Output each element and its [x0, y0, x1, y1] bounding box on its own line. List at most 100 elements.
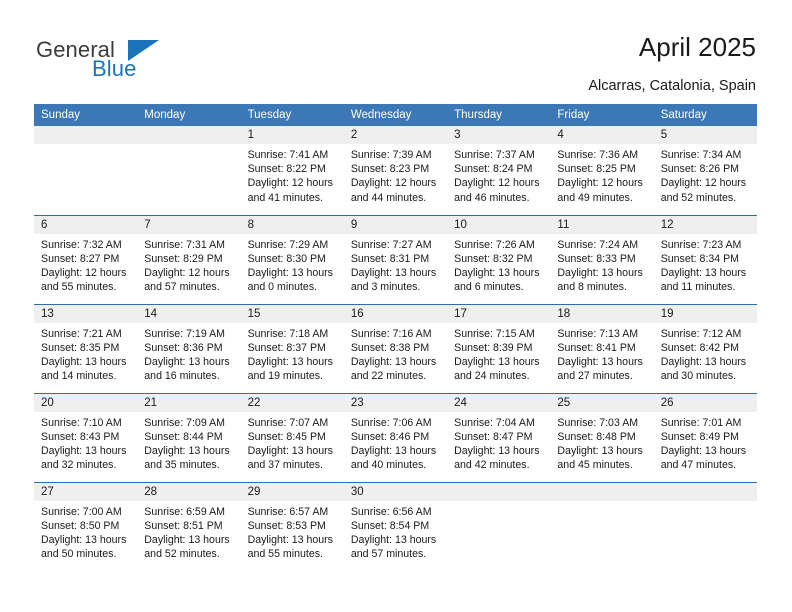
day-details: Sunrise: 7:04 AM Sunset: 8:47 PM Daylight:…	[447, 412, 550, 473]
day-details: Sunrise: 7:18 AM Sunset: 8:37 PM Daylight:…	[241, 323, 344, 384]
calendar-day-cell[interactable]: 2 Sunrise: 7:39 AM Sunset: 8:23 PM Daylight…	[343, 126, 448, 215]
calendar-day-cell[interactable]: 7 Sunrise: 7:31 AM Sunset: 8:29 PM Daylight…	[137, 214, 241, 304]
calendar-day-cell[interactable]: 6 Sunrise: 7:32 AM Sunset: 8:27 PM Daylight…	[34, 214, 138, 304]
calendar-day-cell[interactable]: 11 Sunrise: 7:24 AM Sunset: 8:33 PM Dayligh…	[550, 214, 654, 304]
day-number	[550, 482, 654, 501]
calendar-day-cell[interactable]: 12 Sunrise: 7:23 AM Sunset: 8:34 PM Dayligh…	[653, 214, 757, 304]
weekday-header-thursday: Thursday	[447, 104, 551, 126]
calendar-day-cell[interactable]: 20 Sunrise: 7:10 AM Sunset: 8:43 PM Dayligh…	[34, 392, 138, 482]
calendar-day-cell[interactable]: 25 Sunrise: 7:03 AM Sunset: 8:48 PM Dayligh…	[550, 392, 654, 482]
detail-daylight-1: Daylight: 12 hours	[144, 266, 230, 279]
day-details: Sunrise: 7:27 AM Sunset: 8:31 PM Daylight:…	[344, 234, 447, 295]
calendar-day-cell[interactable]: 4 Sunrise: 7:36 AM Sunset: 8:25 PM Daylight…	[550, 126, 654, 215]
detail-sunset: Sunset: 8:33 PM	[557, 252, 636, 265]
weekday-header-sunday: Sunday	[34, 104, 138, 126]
calendar-day-cell[interactable]: 18 Sunrise: 7:13 AM Sunset: 8:41 PM Dayligh…	[550, 303, 654, 393]
calendar-day-cell[interactable]: 23 Sunrise: 7:06 AM Sunset: 8:46 PM Dayligh…	[343, 392, 448, 482]
calendar-day-cell[interactable]: 19 Sunrise: 7:12 AM Sunset: 8:42 PM Dayligh…	[653, 303, 757, 393]
day-details: Sunrise: 7:36 AM Sunset: 8:25 PM Daylight:…	[550, 144, 653, 205]
calendar-page: General Blue April 2025 Alcarras, Catalo…	[0, 0, 792, 612]
calendar-day-cell[interactable]: 10 Sunrise: 7:26 AM Sunset: 8:32 PM Dayligh…	[447, 214, 551, 304]
detail-sunrise: Sunrise: 7:13 AM	[557, 327, 639, 340]
calendar-day-cell[interactable]: 24 Sunrise: 7:04 AM Sunset: 8:47 PM Dayligh…	[447, 392, 551, 482]
calendar-day-cell[interactable]: 28 Sunrise: 6:59 AM Sunset: 8:51 PM Dayligh…	[137, 481, 241, 571]
page-header: General Blue April 2025 Alcarras, Catalo…	[0, 0, 792, 95]
calendar-day-cell[interactable]: 17 Sunrise: 7:15 AM Sunset: 8:39 PM Dayligh…	[447, 303, 551, 393]
calendar-body: 1 Sunrise: 7:41 AM Sunset: 8:22 PM Daylight…	[34, 126, 757, 571]
day-details: Sunrise: 7:31 AM Sunset: 8:29 PM Daylight:…	[137, 234, 240, 295]
calendar-day-cell[interactable]: 8 Sunrise: 7:29 AM Sunset: 8:30 PM Daylight…	[240, 214, 344, 304]
calendar-day-cell[interactable]: 29 Sunrise: 6:57 AM Sunset: 8:53 PM Dayligh…	[240, 481, 344, 571]
detail-sunrise: Sunrise: 7:12 AM	[660, 327, 742, 340]
calendar-day-cell[interactable]: 13 Sunrise: 7:21 AM Sunset: 8:35 PM Dayligh…	[34, 303, 138, 393]
detail-daylight-1: Daylight: 13 hours	[144, 444, 230, 457]
detail-daylight-2: and 47 minutes.	[660, 459, 737, 472]
calendar-day-cell[interactable]: 16 Sunrise: 7:16 AM Sunset: 8:38 PM Dayligh…	[343, 303, 448, 393]
day-number: 11	[550, 215, 654, 234]
detail-daylight-2: and 8 minutes.	[557, 281, 627, 294]
calendar-day-cell[interactable]: 27 Sunrise: 7:00 AM Sunset: 8:50 PM Dayligh…	[34, 481, 138, 571]
detail-sunrise: Sunrise: 6:59 AM	[144, 505, 225, 518]
day-number: 17	[447, 304, 551, 323]
day-number: 6	[34, 215, 138, 234]
calendar-day-cell[interactable]: 5 Sunrise: 7:34 AM Sunset: 8:26 PM Daylight…	[653, 126, 757, 215]
detail-daylight-1: Daylight: 13 hours	[660, 444, 747, 457]
detail-sunset: Sunset: 8:42 PM	[660, 341, 740, 354]
calendar-day-cell[interactable]: 9 Sunrise: 7:27 AM Sunset: 8:31 PM Daylight…	[343, 214, 448, 304]
detail-sunrise: Sunrise: 7:39 AM	[350, 149, 432, 161]
detail-daylight-1: Daylight: 13 hours	[144, 533, 230, 546]
detail-daylight-2: and 55 minutes.	[41, 281, 117, 294]
day-details: Sunrise: 7:06 AM Sunset: 8:46 PM Daylight:…	[344, 412, 447, 473]
detail-sunset: Sunset: 8:39 PM	[454, 341, 533, 354]
calendar-day-cell[interactable]: 30 Sunrise: 6:56 AM Sunset: 8:54 PM Dayligh…	[343, 481, 448, 571]
detail-daylight-1: Daylight: 13 hours	[350, 355, 437, 368]
calendar-day-cell[interactable]: 15 Sunrise: 7:18 AM Sunset: 8:37 PM Dayligh…	[240, 303, 344, 393]
calendar-day-cell[interactable]: 1 Sunrise: 7:41 AM Sunset: 8:22 PM Daylight…	[240, 126, 344, 215]
detail-sunrise: Sunrise: 7:04 AM	[454, 416, 535, 429]
day-number	[447, 482, 551, 501]
day-details: Sunrise: 7:01 AM Sunset: 8:49 PM Daylight:…	[654, 412, 757, 473]
day-number: 16	[343, 304, 448, 323]
detail-sunset: Sunset: 8:51 PM	[144, 519, 223, 532]
day-number: 3	[447, 126, 551, 144]
detail-daylight-2: and 41 minutes.	[247, 191, 323, 204]
detail-daylight-2: and 52 minutes.	[144, 548, 220, 561]
detail-sunrise: Sunrise: 7:09 AM	[144, 416, 225, 429]
day-number: 8	[240, 215, 344, 234]
general-blue-logo[interactable]: General Blue	[36, 38, 216, 84]
day-details: Sunrise: 7:07 AM Sunset: 8:45 PM Daylight:…	[241, 412, 344, 473]
detail-daylight-1: Daylight: 12 hours	[247, 177, 333, 190]
day-number: 9	[343, 215, 448, 234]
day-details: Sunrise: 7:21 AM Sunset: 8:35 PM Daylight:…	[34, 323, 137, 384]
detail-sunrise: Sunrise: 7:00 AM	[41, 505, 122, 518]
detail-daylight-1: Daylight: 13 hours	[144, 355, 230, 368]
calendar-day-cell[interactable]: 3 Sunrise: 7:37 AM Sunset: 8:24 PM Daylight…	[447, 126, 551, 215]
calendar-day-cell[interactable]: 21 Sunrise: 7:09 AM Sunset: 8:44 PM Dayligh…	[137, 392, 241, 482]
detail-daylight-1: Daylight: 13 hours	[247, 444, 333, 457]
detail-sunrise: Sunrise: 7:01 AM	[660, 416, 742, 429]
day-details: Sunrise: 7:24 AM Sunset: 8:33 PM Daylight:…	[550, 234, 653, 295]
detail-daylight-1: Daylight: 13 hours	[557, 266, 643, 279]
calendar-day-cell[interactable]: 14 Sunrise: 7:19 AM Sunset: 8:36 PM Dayligh…	[137, 303, 241, 393]
detail-sunrise: Sunrise: 7:07 AM	[247, 416, 329, 429]
detail-daylight-2: and 14 minutes.	[41, 370, 117, 383]
weekday-header-tuesday: Tuesday	[240, 104, 344, 126]
detail-sunrise: Sunrise: 7:31 AM	[144, 238, 225, 251]
day-number: 23	[343, 393, 448, 412]
detail-daylight-2: and 46 minutes.	[454, 191, 530, 204]
day-number: 13	[34, 304, 138, 323]
detail-sunrise: Sunrise: 6:57 AM	[247, 505, 329, 518]
detail-daylight-1: Daylight: 13 hours	[350, 533, 437, 546]
calendar-day-cell[interactable]: 22 Sunrise: 7:07 AM Sunset: 8:45 PM Dayligh…	[240, 392, 344, 482]
day-details: Sunrise: 7:23 AM Sunset: 8:34 PM Daylight:…	[654, 234, 757, 295]
calendar-day-cell[interactable]: 26 Sunrise: 7:01 AM Sunset: 8:49 PM Dayligh…	[653, 392, 757, 482]
calendar-week-row: 6 Sunrise: 7:32 AM Sunset: 8:27 PM Daylight…	[34, 214, 757, 304]
detail-daylight-2: and 30 minutes.	[660, 370, 737, 383]
weekday-header-friday: Friday	[550, 104, 654, 126]
detail-daylight-2: and 3 minutes.	[350, 281, 421, 294]
day-details: Sunrise: 7:32 AM Sunset: 8:27 PM Daylight:…	[34, 234, 137, 295]
day-details: Sunrise: 6:59 AM Sunset: 8:51 PM Daylight:…	[137, 501, 240, 562]
detail-daylight-2: and 37 minutes.	[247, 459, 323, 472]
detail-daylight-1: Daylight: 13 hours	[454, 266, 540, 279]
detail-sunset: Sunset: 8:50 PM	[41, 519, 120, 532]
